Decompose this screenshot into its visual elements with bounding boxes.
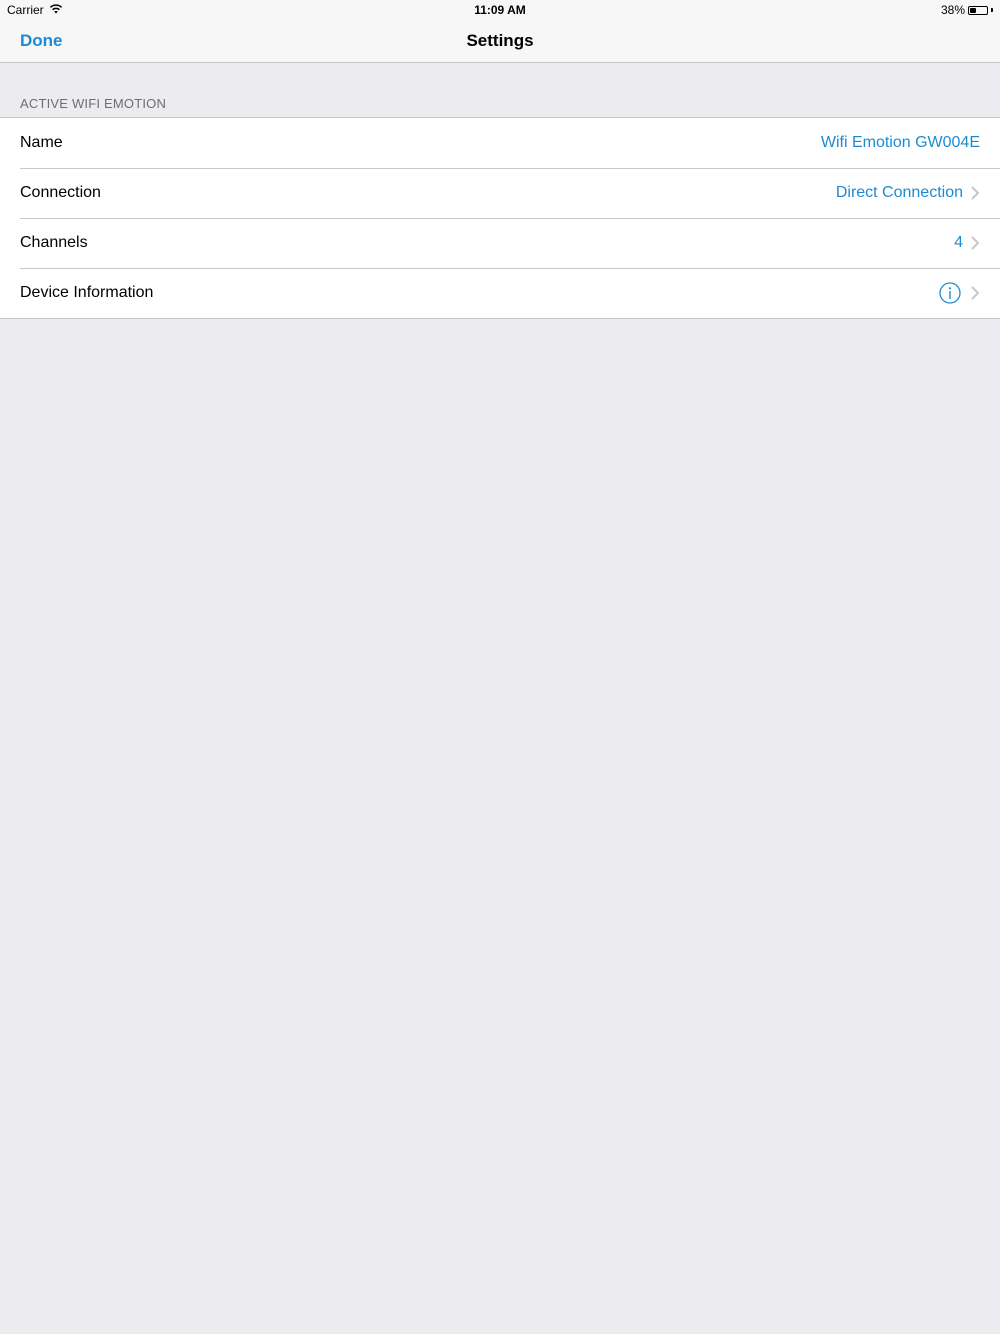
status-right: 38% bbox=[941, 3, 993, 17]
name-value: Wifi Emotion GW004E bbox=[820, 134, 980, 151]
chevron-right-icon bbox=[971, 286, 980, 300]
section-header: ACTIVE WIFI EMOTION bbox=[20, 96, 167, 111]
channels-row[interactable]: Channels 4 bbox=[0, 218, 1000, 268]
chevron-right-icon bbox=[971, 236, 980, 250]
device-information-row[interactable]: Device Information bbox=[0, 268, 1000, 318]
status-bar: Carrier 11:09 AM 38% bbox=[0, 0, 1000, 20]
connection-label: Connection bbox=[20, 184, 101, 201]
name-row[interactable]: Name Wifi Emotion GW004E bbox=[0, 118, 1000, 168]
device-information-label: Device Information bbox=[20, 284, 154, 301]
battery-nub bbox=[991, 8, 993, 12]
page-title: Settings bbox=[466, 31, 534, 50]
settings-table: Name Wifi Emotion GW004E Connection Dire… bbox=[0, 117, 1000, 319]
name-label: Name bbox=[20, 134, 63, 151]
connection-row[interactable]: Connection Direct Connection bbox=[0, 168, 1000, 218]
top-bar: Carrier 11:09 AM 38% Done Settings bbox=[0, 0, 1000, 63]
battery-fill bbox=[970, 7, 976, 13]
channels-label: Channels bbox=[20, 234, 88, 251]
info-icon[interactable] bbox=[939, 282, 961, 304]
chevron-right-icon bbox=[971, 186, 980, 200]
battery-icon bbox=[968, 5, 988, 15]
status-time: 11:09 AM bbox=[474, 3, 526, 17]
connection-value: Direct Connection bbox=[835, 184, 963, 201]
channels-value: 4 bbox=[954, 234, 963, 251]
battery-percent: 38% bbox=[940, 3, 965, 17]
navigation-bar: Done Settings bbox=[0, 20, 1000, 62]
